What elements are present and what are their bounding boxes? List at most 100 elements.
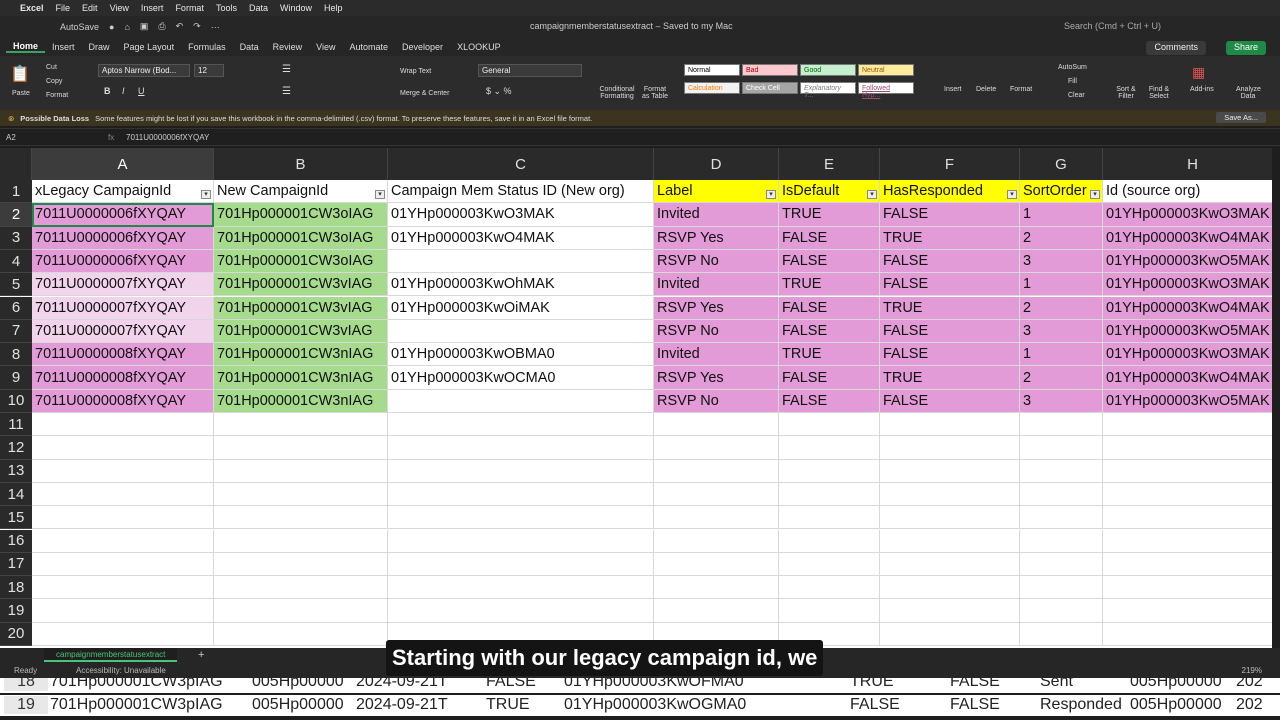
style-explanatory[interactable]: Explanatory T...: [800, 82, 856, 99]
table-cell[interactable]: 01YHp000003KwOCMA0: [388, 366, 654, 390]
zoom-level[interactable]: 219%: [1242, 666, 1262, 675]
table-cell[interactable]: [779, 413, 880, 437]
table-cell[interactable]: 3: [1020, 249, 1103, 274]
table-cell[interactable]: 3: [1020, 319, 1103, 344]
cut-button[interactable]: Cut: [46, 64, 57, 71]
app-name[interactable]: Excel: [20, 3, 44, 13]
format-painter-button[interactable]: Format: [46, 92, 68, 99]
table-cell[interactable]: 7011U0000008fXYQAY: [32, 389, 214, 413]
table-cell[interactable]: [1103, 460, 1272, 483]
table-cell[interactable]: [1020, 436, 1103, 460]
clear-button[interactable]: Clear: [1068, 92, 1085, 99]
table-cell[interactable]: [880, 436, 1020, 460]
table-cell[interactable]: [779, 529, 880, 553]
italic-button[interactable]: I: [122, 86, 125, 96]
table-cell[interactable]: RSVP Yes: [654, 296, 779, 320]
conditional-formatting-button[interactable]: Conditional Formatting: [598, 86, 636, 100]
column-header-e[interactable]: E: [779, 148, 880, 180]
table-cell[interactable]: 7011U0000007fXYQAY: [32, 319, 214, 344]
table-cell[interactable]: 701Hp000001CW3vIAG: [214, 319, 388, 344]
table-cell[interactable]: [32, 436, 214, 460]
copy-button[interactable]: Copy: [46, 78, 62, 85]
row-header-5[interactable]: 5: [0, 273, 32, 297]
style-check-cell[interactable]: Check Cell: [742, 82, 798, 94]
table-cell[interactable]: 01YHp000003KwO5MAK: [1103, 249, 1272, 274]
table-cell[interactable]: [214, 413, 388, 437]
sort-filter-button[interactable]: Sort & Filter: [1114, 86, 1138, 100]
style-normal[interactable]: Normal: [684, 64, 740, 76]
menu-edit[interactable]: Edit: [82, 3, 98, 13]
table-cell[interactable]: Invited: [654, 343, 779, 367]
redo-icon[interactable]: ↷: [193, 21, 201, 32]
underline-button[interactable]: U: [138, 86, 145, 96]
table-cell[interactable]: FALSE: [880, 319, 1020, 344]
tab-view[interactable]: View: [309, 42, 342, 52]
home-icon[interactable]: ⌂: [124, 22, 129, 32]
table-cell[interactable]: 2: [1020, 366, 1103, 390]
table-cell[interactable]: 2: [1020, 296, 1103, 320]
filter-dropdown-icon[interactable]: ▾: [1090, 190, 1100, 200]
table-cell[interactable]: 3: [1020, 389, 1103, 413]
tab-review[interactable]: Review: [266, 42, 310, 52]
table-cell[interactable]: [32, 599, 214, 623]
header-cell[interactable]: Id (source org): [1103, 180, 1272, 204]
table-cell[interactable]: 01YHp000003KwO3MAK: [1103, 203, 1272, 227]
add-ins-icon[interactable]: ▦: [1192, 64, 1205, 81]
table-cell[interactable]: [1020, 622, 1103, 646]
style-good[interactable]: Good: [800, 64, 856, 76]
table-cell[interactable]: [1103, 530, 1272, 553]
table-cell[interactable]: [779, 576, 880, 600]
table-cell[interactable]: [32, 529, 214, 553]
table-cell[interactable]: RSVP Yes: [654, 226, 779, 250]
table-cell[interactable]: [32, 459, 214, 483]
table-cell[interactable]: [214, 529, 388, 553]
row-header-7[interactable]: 7: [0, 319, 32, 344]
table-cell[interactable]: 701Hp000001CW3nIAG: [214, 366, 388, 390]
paste-icon[interactable]: 📋: [10, 64, 30, 84]
table-cell[interactable]: [388, 482, 654, 507]
table-cell[interactable]: [654, 576, 779, 600]
table-cell[interactable]: [388, 319, 654, 344]
table-cell[interactable]: FALSE: [880, 389, 1020, 413]
table-cell[interactable]: [654, 413, 779, 437]
filter-dropdown-icon[interactable]: ▾: [867, 190, 877, 200]
accessibility-status[interactable]: Accessibility: Unavailable: [76, 666, 166, 675]
table-cell[interactable]: [1103, 483, 1272, 507]
header-cell[interactable]: SortOrder ▾: [1020, 180, 1103, 204]
menu-file[interactable]: File: [56, 3, 71, 13]
style-followed-hyperlink[interactable]: Followed Hyp...: [858, 82, 914, 99]
row-header-15[interactable]: 15: [0, 506, 32, 530]
table-cell[interactable]: [388, 599, 654, 623]
table-cell[interactable]: 01YHp000003KwO3MAK: [388, 203, 654, 227]
table-cell[interactable]: 01YHp000003KwOiMAK: [388, 296, 654, 320]
table-cell[interactable]: [654, 506, 779, 530]
row-header-18[interactable]: 18: [0, 576, 32, 600]
row-header-12[interactable]: 12: [0, 436, 32, 460]
align-left-icon[interactable]: ☰: [282, 86, 291, 97]
table-cell[interactable]: 7011U0000006fXYQAY: [32, 203, 214, 227]
add-sheet-icon[interactable]: +: [198, 649, 204, 661]
table-cell[interactable]: TRUE: [779, 273, 880, 297]
table-cell[interactable]: 01YHp000003KwO4MAK: [1103, 296, 1272, 320]
analyze-data-button[interactable]: Analyze Data: [1236, 86, 1261, 100]
more-icon[interactable]: ···: [211, 22, 220, 32]
bold-button[interactable]: B: [104, 86, 111, 96]
table-cell[interactable]: 01YHp000003KwO5MAK: [1103, 389, 1272, 413]
print-icon[interactable]: ⎙: [158, 21, 165, 32]
table-cell[interactable]: FALSE: [779, 296, 880, 320]
table-cell[interactable]: [880, 506, 1020, 530]
table-cell[interactable]: RSVP No: [654, 249, 779, 274]
column-header-d[interactable]: D: [654, 148, 779, 180]
tab-xlookup[interactable]: XLOOKUP: [450, 42, 508, 52]
table-cell[interactable]: [388, 459, 654, 483]
menu-window[interactable]: Window: [280, 3, 312, 13]
header-cell[interactable]: HasResponded ▾: [880, 180, 1020, 204]
table-cell[interactable]: [880, 413, 1020, 437]
menu-help[interactable]: Help: [324, 3, 343, 13]
table-cell[interactable]: [388, 552, 654, 577]
table-cell[interactable]: [1020, 506, 1103, 530]
table-cell[interactable]: [880, 459, 1020, 483]
table-cell[interactable]: TRUE: [880, 366, 1020, 390]
table-cell[interactable]: TRUE: [779, 343, 880, 367]
table-cell[interactable]: [654, 436, 779, 460]
